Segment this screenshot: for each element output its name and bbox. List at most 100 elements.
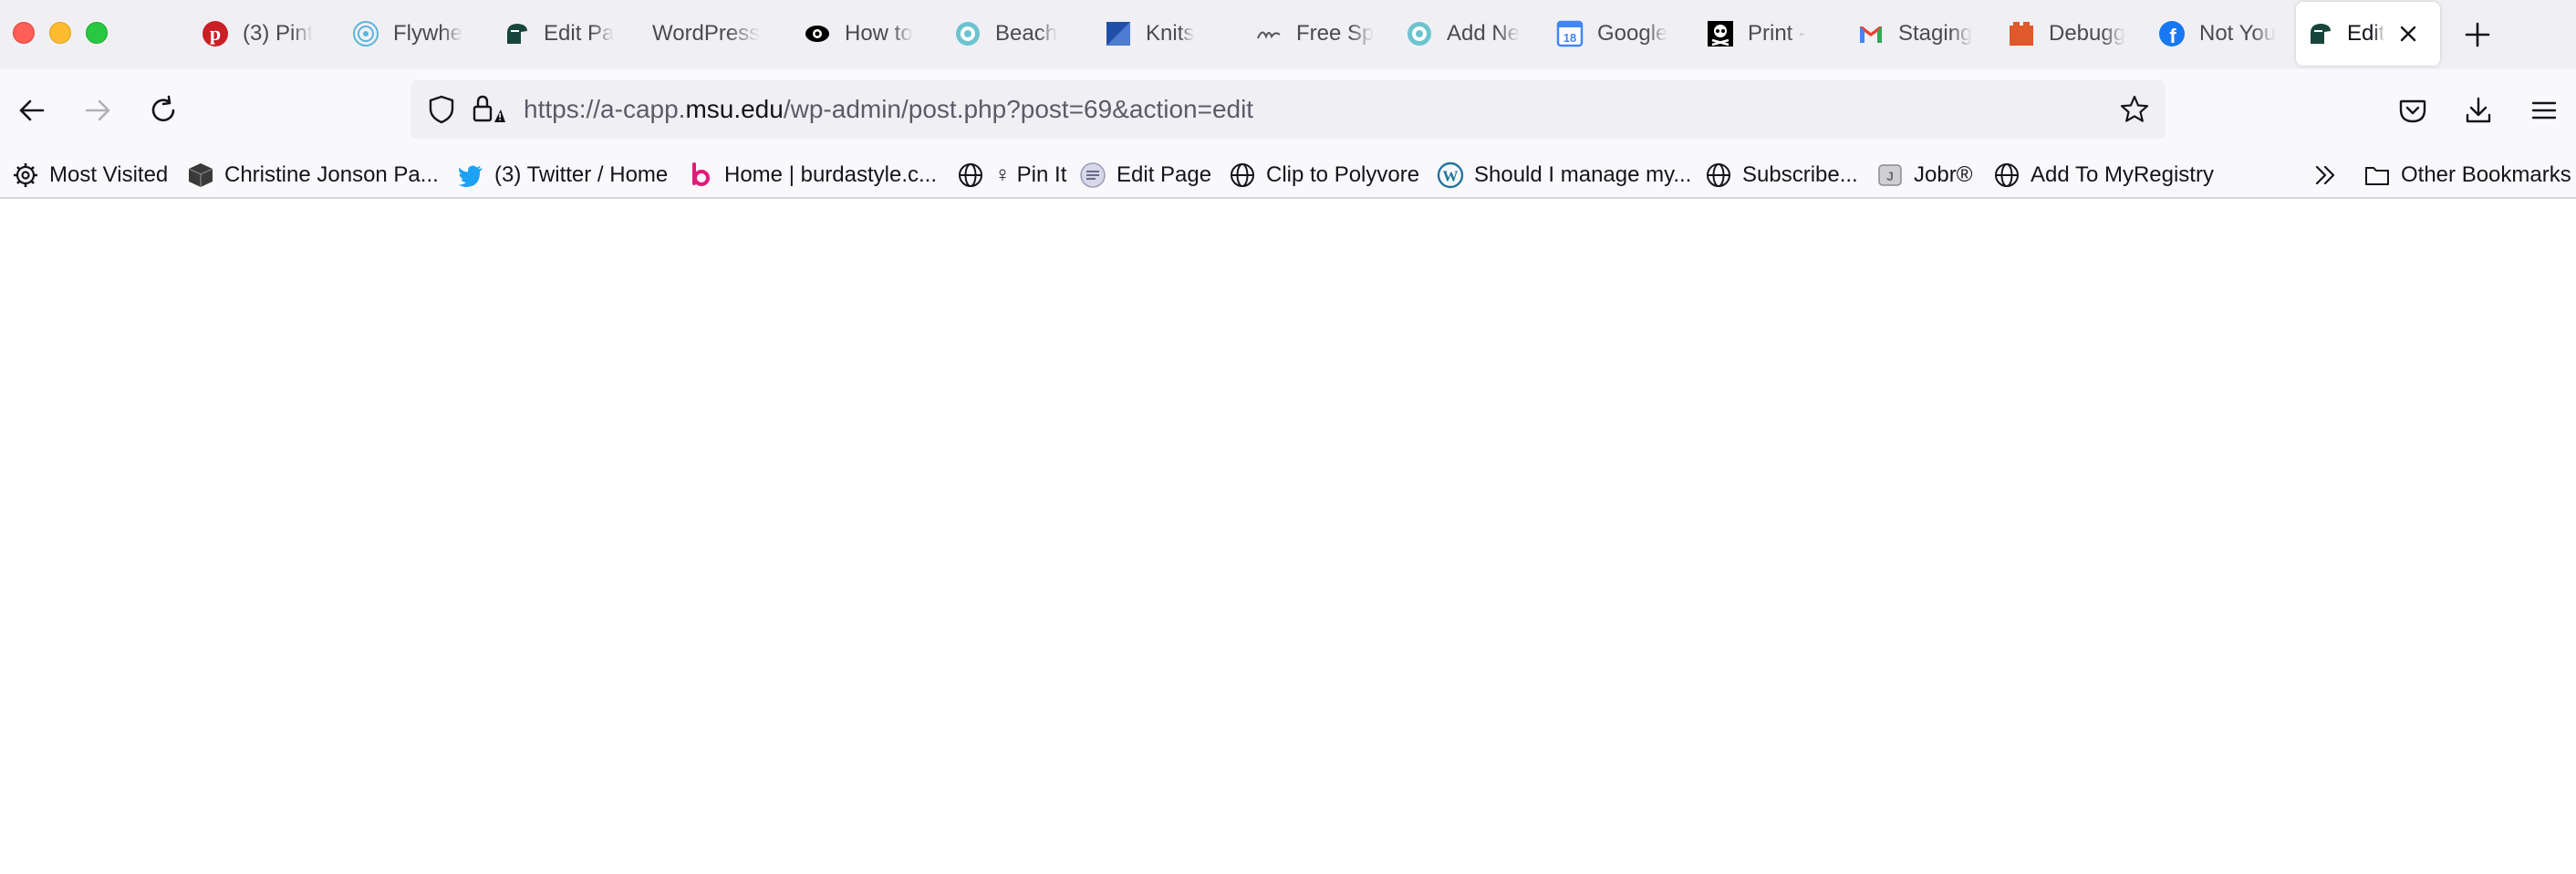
tab-title: WordPress bbox=[652, 21, 761, 46]
window-minimize-button[interactable] bbox=[49, 22, 71, 44]
bookmark-label: Home | burdastyle.c... bbox=[724, 162, 937, 187]
bookmark-jobr[interactable]: J Jobr® bbox=[1875, 159, 1972, 192]
orange-block-icon bbox=[2007, 19, 2036, 48]
bookmark-label: Other Bookmarks bbox=[2401, 162, 2571, 187]
bookmark-star-icon[interactable] bbox=[2118, 93, 2151, 126]
tab-staging[interactable]: Staging bbox=[1847, 7, 1993, 60]
bookmark-subscribe[interactable]: Subscribe... bbox=[1704, 159, 1858, 192]
tab-title: Beach bbox=[995, 21, 1058, 46]
svg-text:f: f bbox=[2169, 25, 2176, 47]
bookmark-label: ♀ Pin It bbox=[994, 162, 1067, 187]
tab-title: How to bbox=[845, 21, 913, 46]
window-zoom-button[interactable] bbox=[86, 22, 108, 44]
tab-how-to[interactable]: How to bbox=[794, 7, 940, 60]
address-bar[interactable]: https://a-capp.msu.edu/wp-admin/post.php… bbox=[410, 80, 2166, 139]
tab-not-you[interactable]: f Not You bbox=[2148, 7, 2294, 60]
reload-icon bbox=[151, 95, 175, 122]
hamburger-menu-icon bbox=[2531, 101, 2557, 120]
pocket-button[interactable] bbox=[2392, 89, 2434, 131]
tab-debugger[interactable]: Debugg bbox=[1998, 7, 2144, 60]
tab-title: Flywhe bbox=[393, 21, 463, 46]
bookmark-label: Most Visited bbox=[49, 162, 169, 187]
bookmark-label: Jobr® bbox=[1914, 162, 1973, 187]
insecure-lock-icon[interactable] bbox=[469, 93, 505, 126]
globe-icon bbox=[1992, 161, 2021, 190]
tab-title: Not You bbox=[2199, 21, 2277, 46]
bookmark-most-visited[interactable]: Most Visited bbox=[11, 159, 168, 192]
jobr-icon: J bbox=[1875, 161, 1905, 190]
close-tab-icon[interactable] bbox=[2394, 20, 2422, 47]
bookmark-twitter[interactable]: (3) Twitter / Home bbox=[456, 159, 668, 192]
tab-knits[interactable]: Knits bbox=[1095, 7, 1241, 60]
tab-free-sp[interactable]: Free Sp bbox=[1245, 7, 1391, 60]
gear-icon bbox=[11, 161, 40, 190]
forward-arrow-icon bbox=[85, 99, 110, 121]
bookmark-label: Christine Jonson Pa... bbox=[224, 162, 439, 187]
download-icon bbox=[2466, 97, 2491, 123]
pinterest-icon: p bbox=[201, 19, 230, 48]
tab-title: Add Ne bbox=[1447, 21, 1521, 46]
blue-square-icon bbox=[1104, 19, 1133, 48]
bookmark-label: (3) Twitter / Home bbox=[494, 162, 669, 187]
back-button[interactable] bbox=[11, 89, 53, 131]
cube-icon bbox=[186, 161, 215, 190]
bookmark-label: Add To MyRegistry bbox=[2031, 162, 2214, 187]
tab-title: (3) Pint bbox=[243, 21, 314, 46]
plus-icon bbox=[2465, 22, 2490, 47]
tab-add-new[interactable]: Add Ne bbox=[1396, 7, 1542, 60]
bookmark-burdastyle[interactable]: Home | burdastyle.c... bbox=[686, 159, 937, 192]
bookmark-polyvore[interactable]: Clip to Polyvore bbox=[1228, 159, 1419, 192]
bookmark-label: Subscribe... bbox=[1742, 162, 1858, 187]
bookmark-should-i-manage[interactable]: W Should I manage my... bbox=[1436, 159, 1691, 192]
tab-title: Staging bbox=[1898, 21, 1973, 46]
downloads-button[interactable] bbox=[2457, 89, 2499, 131]
bookmark-myregistry[interactable]: Add To MyRegistry bbox=[1992, 159, 2214, 192]
tab-title: Google bbox=[1597, 21, 1668, 46]
google-calendar-icon: 18 bbox=[1555, 19, 1584, 48]
tab-edit-active[interactable]: Edit bbox=[2296, 2, 2440, 66]
new-tab-button[interactable] bbox=[2459, 16, 2496, 53]
tab-title: Knits bbox=[1146, 21, 1195, 46]
back-arrow-icon bbox=[19, 99, 45, 121]
double-chevron-right-icon bbox=[2315, 165, 2335, 185]
url-text[interactable]: https://a-capp.msu.edu/wp-admin/post.php… bbox=[524, 80, 1253, 139]
tab-print[interactable]: Print - bbox=[1697, 7, 1843, 60]
bookmark-christine-jonson[interactable]: Christine Jonson Pa... bbox=[186, 159, 439, 192]
tab-title: Free Sp bbox=[1296, 21, 1375, 46]
tab-edit-page[interactable]: Edit Pa bbox=[493, 7, 639, 60]
tab-beach[interactable]: Beach bbox=[944, 7, 1090, 60]
url-domain: msu.edu bbox=[685, 95, 784, 123]
svg-text:p: p bbox=[210, 22, 221, 45]
page-content-area bbox=[0, 199, 2576, 874]
tab-pinterest[interactable]: p (3) Pint bbox=[192, 7, 338, 60]
circle-logo-icon bbox=[953, 19, 982, 48]
wp-edit-icon bbox=[1078, 161, 1107, 190]
bookmark-edit-page[interactable]: Edit Page bbox=[1078, 159, 1211, 192]
tab-flywheel[interactable]: Flywhe bbox=[342, 7, 488, 60]
bookmark-label: Edit Page bbox=[1117, 162, 1212, 187]
shield-icon[interactable] bbox=[425, 93, 458, 126]
bookmark-pin-it[interactable]: ♀ Pin It bbox=[956, 159, 1066, 192]
tab-wordpress[interactable]: WordPress bbox=[643, 7, 789, 60]
pocket-icon bbox=[2399, 99, 2426, 123]
app-menu-button[interactable] bbox=[2523, 89, 2565, 131]
bookmark-label: Should I manage my... bbox=[1474, 162, 1692, 187]
forward-button[interactable] bbox=[77, 89, 119, 131]
flywheel-icon bbox=[351, 19, 380, 48]
globe-icon bbox=[1228, 161, 1257, 190]
bookmark-other-bookmarks[interactable]: Other Bookmarks bbox=[2363, 159, 2571, 192]
bookmarks-overflow-button[interactable] bbox=[2311, 159, 2341, 192]
url-prefix: https://a-capp. bbox=[524, 95, 686, 123]
eye-icon bbox=[803, 19, 832, 48]
tab-title: Print - bbox=[1748, 21, 1807, 46]
bookmarks-toolbar: Most Visited Christine Jonson Pa... (3) … bbox=[0, 151, 2576, 199]
facebook-icon: f bbox=[2157, 19, 2186, 48]
circle-logo-icon bbox=[1405, 19, 1434, 48]
tab-title: Edit bbox=[2347, 21, 2385, 46]
window-close-button[interactable] bbox=[13, 22, 35, 44]
bookmark-label: Clip to Polyvore bbox=[1266, 162, 1420, 187]
reload-button[interactable] bbox=[142, 89, 184, 131]
tab-title: Debugg bbox=[2049, 21, 2126, 46]
burda-icon bbox=[686, 161, 715, 190]
tab-google[interactable]: 18 Google bbox=[1546, 7, 1692, 60]
